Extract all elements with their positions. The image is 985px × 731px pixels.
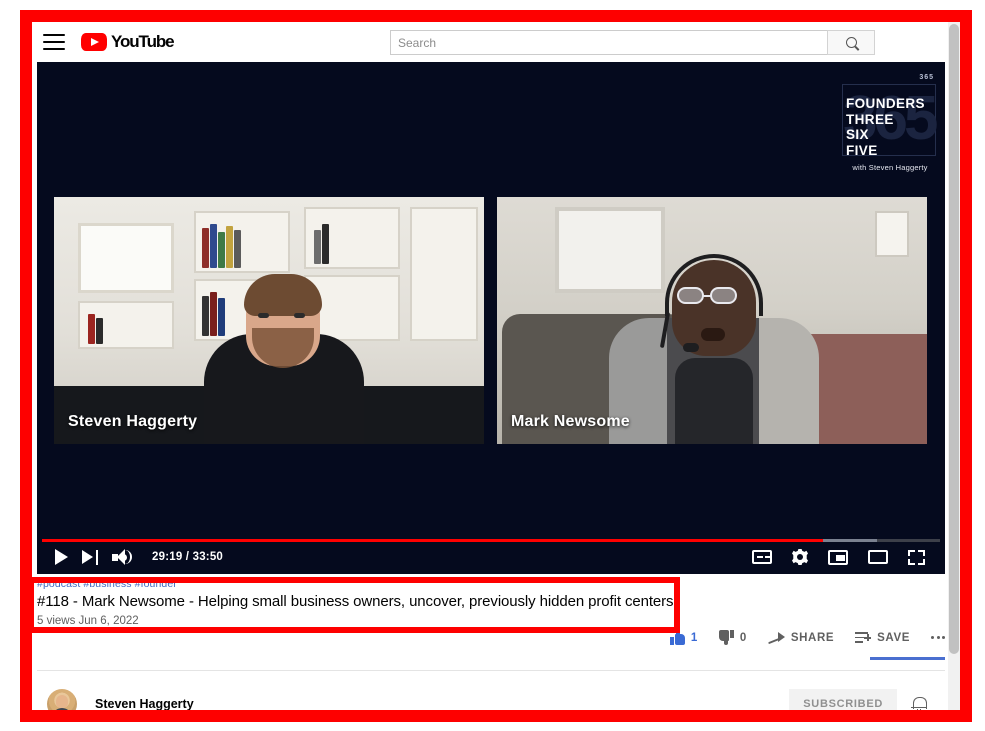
search-button[interactable] (827, 30, 875, 55)
thumbs-down-icon (718, 630, 734, 645)
share-button[interactable]: SHARE (768, 631, 834, 645)
masthead: YouTube (32, 22, 960, 62)
shelf-unit (194, 211, 290, 273)
watermark-subtitle: with Steven Haggerty (852, 163, 928, 172)
more-horizontal-icon (931, 636, 945, 639)
person-right-cardigan-right (759, 318, 819, 444)
like-button[interactable]: 1 (669, 630, 698, 645)
search-icon (845, 37, 857, 48)
participant-name-left: Steven Haggerty (68, 413, 198, 430)
settings-button[interactable] (792, 549, 808, 565)
like-active-underline (870, 657, 945, 660)
page-title: #118 - Mark Newsome - Helping small busi… (37, 593, 674, 610)
share-label: SHARE (790, 631, 835, 644)
fullscreen-icon (908, 549, 925, 565)
youtube-logo[interactable]: YouTube (81, 32, 175, 52)
player-controls-left: 29:19 / 33:50 (55, 549, 223, 565)
save-label: SAVE (877, 631, 910, 644)
video-player[interactable]: 365 365 FOUNDERS THREE SIX FIVE with Ste… (37, 62, 945, 574)
like-count: 1 (690, 631, 698, 644)
person-right-mouth (701, 328, 725, 341)
theater-mode-icon (868, 550, 888, 564)
video-action-row: 1 0 SHARE SAVE (669, 630, 945, 645)
wall-frame (875, 211, 909, 257)
dislike-button[interactable]: 0 (718, 630, 747, 645)
search-input[interactable] (390, 30, 827, 55)
miniplayer-button[interactable] (828, 549, 848, 565)
screenshot-root: YouTube 365 365 FOUNDERS THREE SIX F (0, 0, 985, 731)
youtube-watch-page: YouTube 365 365 FOUNDERS THREE SIX F (32, 22, 960, 710)
subscribed-button[interactable]: SUBSCRIBED (789, 689, 897, 710)
hashtag-row[interactable]: #podcast #business #founder (37, 578, 945, 590)
watermark-title: FOUNDERS THREE SIX FIVE (846, 96, 925, 158)
scrollbar-thumb[interactable] (949, 24, 959, 654)
person-right-shirt (675, 358, 753, 444)
subscribe-area: SUBSCRIBED (789, 689, 927, 710)
person-left-eye (258, 313, 269, 318)
page-scrollbar[interactable] (948, 22, 960, 710)
video-info-section: #podcast #business #founder #118 - Mark … (37, 578, 945, 710)
person-left-eye (294, 313, 305, 318)
watermark-line-3: SIX (846, 127, 869, 142)
watermark-line-1: FOUNDERS (846, 96, 925, 111)
player-control-bar: 29:19 / 33:50 (37, 540, 945, 574)
watermark-365-label: 365 (919, 74, 934, 81)
closed-captions-icon (752, 550, 772, 564)
player-controls-right (752, 549, 925, 565)
whiteboard (78, 223, 174, 293)
shelf-unit (304, 207, 400, 269)
section-divider (37, 670, 945, 671)
headset-band (665, 254, 763, 316)
notification-bell-icon[interactable] (911, 696, 927, 710)
left-room-background (54, 197, 484, 444)
next-video-icon (82, 549, 98, 565)
person-left-hair (244, 274, 322, 316)
webcam-panel-right: Mark Newsome (497, 197, 927, 444)
window (555, 207, 665, 293)
youtube-play-icon (81, 33, 107, 51)
views-and-date: 5 views Jun 6, 2022 (37, 615, 139, 627)
dislike-count: 0 (739, 631, 747, 644)
miniplayer-icon (828, 549, 848, 565)
avatar[interactable] (47, 689, 77, 710)
webcam-panel-left: Steven Haggerty (54, 197, 484, 444)
thumbs-up-icon (669, 630, 685, 645)
volume-button[interactable] (112, 549, 132, 565)
save-button[interactable]: SAVE (855, 631, 910, 644)
participant-name-right: Mark Newsome (511, 413, 630, 430)
podcast-logo-watermark: 365 365 FOUNDERS THREE SIX FIVE with Ste… (840, 70, 940, 175)
share-arrow-icon (768, 631, 785, 645)
search-bar (390, 30, 875, 55)
watermark-line-4: FIVE (846, 142, 878, 158)
play-icon (55, 549, 68, 565)
watermark-line-2: THREE (846, 111, 894, 127)
play-button[interactable] (55, 549, 68, 565)
time-display: 29:19 / 33:50 (152, 551, 224, 563)
captions-button[interactable] (752, 550, 772, 564)
shelf-unit (410, 207, 478, 341)
next-video-button[interactable] (82, 549, 98, 565)
save-to-playlist-icon (855, 631, 872, 644)
fullscreen-button[interactable] (908, 549, 925, 565)
right-room-background (497, 197, 927, 444)
headset-mic-tip (683, 343, 699, 352)
youtube-logo-text: YouTube (111, 32, 175, 51)
channel-name[interactable]: Steven Haggerty (95, 697, 194, 710)
volume-icon (112, 549, 132, 565)
channel-row: Steven Haggerty SUBSCRIBED (37, 678, 945, 710)
gear-icon (792, 549, 808, 565)
shelf-unit (78, 301, 174, 349)
hamburger-menu-icon[interactable] (43, 34, 65, 50)
theater-mode-button[interactable] (868, 550, 888, 564)
more-actions-button[interactable] (931, 636, 945, 639)
